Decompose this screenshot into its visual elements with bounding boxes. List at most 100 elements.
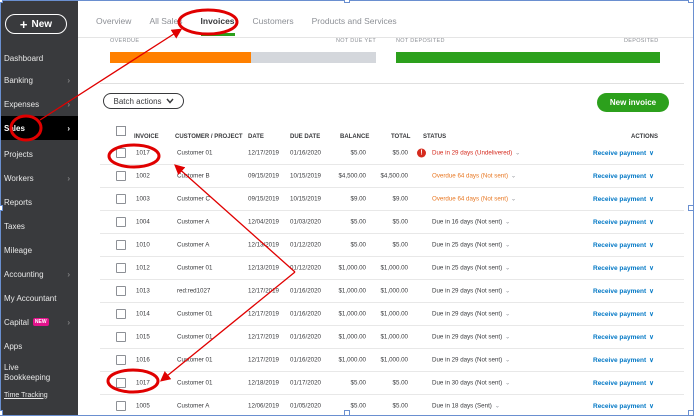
status-text[interactable]: Overdue 64 days (Not sent) ⌄	[432, 173, 516, 180]
sidebar-item-projects[interactable]: Projects	[0, 142, 78, 166]
receive-payment-link[interactable]: Receive payment ∨	[593, 241, 654, 249]
table-row[interactable]: 1002 Customer B 09/15/2019 10/15/2019 $4,500…	[100, 165, 684, 188]
sidebar-item-workers[interactable]: Workers ›	[0, 166, 78, 190]
sidebar-item-reports[interactable]: Reports	[0, 190, 78, 214]
row-checkbox[interactable]	[116, 286, 126, 296]
col-customer[interactable]: CUSTOMER / PROJECT	[175, 134, 243, 140]
sidebar-item-banking[interactable]: Banking ›	[0, 68, 78, 92]
chevron-down-icon[interactable]: ⌄	[505, 334, 510, 341]
table-row[interactable]: 1017 Customer 01 12/18/2019 01/17/2020 $5.00…	[100, 372, 684, 395]
resize-handle[interactable]	[688, 410, 694, 416]
resize-handle[interactable]	[0, 0, 3, 3]
chevron-down-icon[interactable]: ⌄	[505, 311, 510, 318]
chevron-down-icon[interactable]: ⌄	[511, 173, 516, 180]
receive-payment-link[interactable]: Receive payment ∨	[593, 218, 654, 226]
status-text[interactable]: Due in 29 days (Not sent) ⌄	[432, 288, 510, 295]
col-invoice[interactable]: INVOICE	[134, 134, 159, 140]
tab-invoices[interactable]: Invoices	[200, 16, 235, 36]
resize-handle[interactable]	[344, 0, 350, 3]
row-checkbox[interactable]	[116, 194, 126, 204]
row-checkbox[interactable]	[116, 309, 126, 319]
tab-customers[interactable]: Customers	[253, 16, 294, 34]
table-row[interactable]: 1017 Customer 01 12/17/2019 01/16/2020 $5.00…	[100, 142, 684, 165]
table-row[interactable]: 1004 Customer A 12/04/2019 01/03/2020 $5.00 $…	[100, 211, 684, 234]
chevron-down-icon[interactable]: ⌄	[505, 288, 510, 295]
sidebar-item-apps[interactable]: Apps	[0, 334, 78, 358]
new-invoice-button[interactable]: New invoice	[597, 93, 669, 112]
sidebar-item-mileage[interactable]: Mileage	[0, 238, 78, 262]
tab-all-sales[interactable]: All Sales	[149, 16, 182, 34]
select-all-checkbox[interactable]	[116, 126, 126, 136]
row-checkbox[interactable]	[116, 332, 126, 342]
resize-handle[interactable]	[688, 205, 694, 211]
receive-payment-link[interactable]: Receive payment ∨	[593, 149, 654, 157]
sidebar-item-expenses[interactable]: Expenses ›	[0, 92, 78, 116]
status-text[interactable]: Due in 18 days (Sent) ⌄	[432, 403, 500, 410]
chevron-down-icon[interactable]: ∨	[649, 357, 654, 364]
receive-payment-link[interactable]: Receive payment ∨	[593, 310, 654, 318]
chevron-down-icon[interactable]: ∨	[649, 311, 654, 318]
row-checkbox[interactable]	[116, 401, 126, 411]
chevron-down-icon[interactable]: ∨	[649, 242, 654, 249]
sidebar-item-capital[interactable]: Capital NEW ›	[0, 310, 78, 334]
col-total[interactable]: TOTAL	[391, 134, 410, 140]
sidebar-item-live-bookkeeping[interactable]: Live Bookkeeping	[0, 360, 78, 386]
chevron-down-icon[interactable]: ∨	[649, 173, 654, 180]
tab-overview[interactable]: Overview	[96, 16, 131, 34]
resize-handle[interactable]	[688, 0, 694, 3]
resize-handle[interactable]	[0, 410, 3, 416]
sidebar-item-time-tracking[interactable]: Time Tracking	[0, 388, 78, 402]
chevron-down-icon[interactable]: ⌄	[505, 242, 510, 249]
chevron-down-icon[interactable]: ⌄	[511, 196, 516, 203]
receive-payment-link[interactable]: Receive payment ∨	[593, 172, 654, 180]
tab-products-and-services[interactable]: Products and Services	[312, 16, 397, 34]
col-due-date[interactable]: DUE DATE	[290, 134, 320, 140]
chevron-down-icon[interactable]: ⌄	[505, 265, 510, 272]
status-text[interactable]: Due in 30 days (Not sent) ⌄	[432, 380, 510, 387]
chevron-down-icon[interactable]: ∨	[649, 150, 654, 157]
receive-payment-link[interactable]: Receive payment ∨	[593, 402, 654, 410]
table-row[interactable]: 1012 Customer 01 12/13/2019 01/12/2020 $1,00…	[100, 257, 684, 280]
chevron-down-icon[interactable]: ⌄	[505, 219, 510, 226]
chevron-down-icon[interactable]: ∨	[649, 380, 654, 387]
chevron-down-icon[interactable]: ∨	[649, 288, 654, 295]
sidebar-item-sales[interactable]: Sales ›	[0, 116, 78, 140]
receive-payment-link[interactable]: Receive payment ∨	[593, 264, 654, 272]
resize-handle[interactable]	[0, 205, 3, 211]
table-row[interactable]: 1013 red:red1027 12/17/2019 01/16/2020 $1,00…	[100, 280, 684, 303]
status-text[interactable]: Due in 25 days (Not sent) ⌄	[432, 242, 510, 249]
row-checkbox[interactable]	[116, 217, 126, 227]
receive-payment-link[interactable]: Receive payment ∨	[593, 356, 654, 364]
sidebar-item-taxes[interactable]: Taxes	[0, 214, 78, 238]
chevron-down-icon[interactable]: ∨	[649, 265, 654, 272]
row-checkbox[interactable]	[116, 171, 126, 181]
chevron-down-icon[interactable]: ⌄	[505, 380, 510, 387]
status-text[interactable]: Due in 16 days (Not sent) ⌄	[432, 219, 510, 226]
col-balance[interactable]: BALANCE	[340, 134, 369, 140]
table-row[interactable]: 1014 Customer 01 12/17/2019 01/16/2020 $1,00…	[100, 303, 684, 326]
paid-progress-bar[interactable]	[396, 52, 660, 63]
resize-handle[interactable]	[344, 410, 350, 416]
unpaid-progress-bar[interactable]	[110, 52, 376, 63]
chevron-down-icon[interactable]: ∨	[649, 334, 654, 341]
row-checkbox[interactable]	[116, 355, 126, 365]
col-date[interactable]: DATE	[248, 134, 264, 140]
table-row[interactable]: 1003 Customer C 09/15/2019 10/15/2019 $9.00 $…	[100, 188, 684, 211]
status-text[interactable]: Due in 29 days (Not sent) ⌄	[432, 357, 510, 364]
table-row[interactable]: 1016 Customer 01 12/17/2019 01/16/2020 $1,00…	[100, 349, 684, 372]
receive-payment-link[interactable]: Receive payment ∨	[593, 379, 654, 387]
table-row[interactable]: 1015 Customer 01 12/17/2019 01/16/2020 $1,00…	[100, 326, 684, 349]
status-text[interactable]: Due in 25 days (Not sent) ⌄	[432, 265, 510, 272]
table-row[interactable]: 1005 Customer A 12/06/2019 01/05/2020 $5.00 $…	[100, 395, 684, 416]
sidebar-item-dashboard[interactable]: Dashboard	[0, 46, 78, 70]
chevron-down-icon[interactable]: ⌄	[495, 403, 500, 410]
status-text[interactable]: Overdue 64 days (Not sent) ⌄	[432, 196, 516, 203]
chevron-down-icon[interactable]: ∨	[649, 196, 654, 203]
chevron-down-icon[interactable]: ∨	[649, 219, 654, 226]
receive-payment-link[interactable]: Receive payment ∨	[593, 333, 654, 341]
receive-payment-link[interactable]: Receive payment ∨	[593, 287, 654, 295]
col-status[interactable]: STATUS	[423, 134, 446, 140]
sidebar-item-my-accountant[interactable]: My Accountant	[0, 286, 78, 310]
batch-actions-button[interactable]: Batch actions	[103, 93, 184, 109]
status-text[interactable]: Due in 29 days (Not sent) ⌄	[432, 334, 510, 341]
